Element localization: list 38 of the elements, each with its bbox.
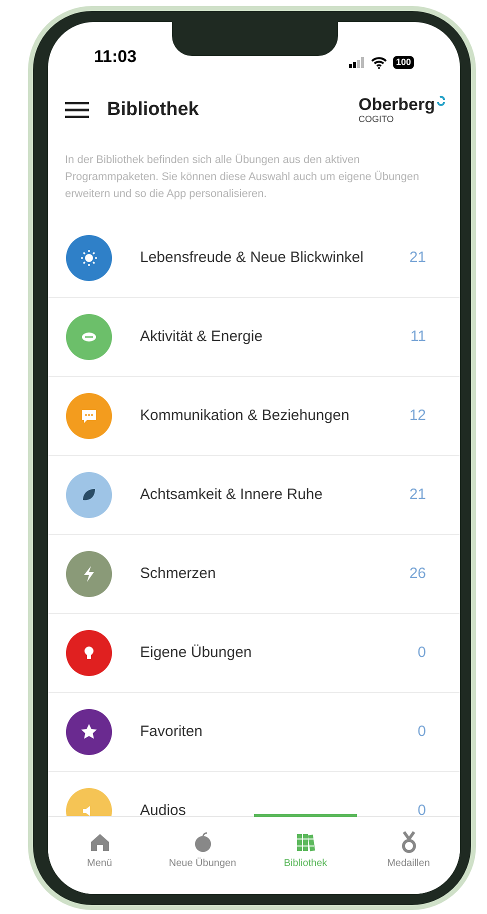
home-icon xyxy=(88,831,110,853)
category-count: 26 xyxy=(409,564,426,584)
category-row[interactable]: Kommunikation & Beziehungen 12 xyxy=(48,377,460,456)
category-label: Lebensfreude & Neue Blickwinkel xyxy=(140,248,364,268)
category-label: Eigene Übungen xyxy=(140,642,252,663)
category-count: 21 xyxy=(409,484,426,505)
logo-mark-icon xyxy=(436,96,446,106)
battery-level: 100 xyxy=(392,56,414,69)
category-row[interactable]: Schmerzen 26 xyxy=(48,535,460,614)
category-count: 11 xyxy=(410,326,426,347)
category-row[interactable]: Eigene Übungen 0 xyxy=(48,614,460,693)
intro-text: In der Bibliothek befinden sich alle Übungen aus den aktiven Programmpaketen. Sie können diese Auswahl auch um eigene Übungen erweitern und so die App personalisieren. xyxy=(64,152,420,202)
category-count: 0 xyxy=(418,722,426,742)
category-label: Audios xyxy=(140,800,186,816)
category-count: 0 xyxy=(418,642,426,663)
category-count: 21 xyxy=(409,248,426,268)
category-label: Schmerzen xyxy=(140,564,216,584)
menu-icon[interactable] xyxy=(65,102,89,118)
category-row[interactable]: Lebensfreude & Neue Blickwinkel 21 xyxy=(48,219,460,298)
category-label: Achtsamkeit & Innere Ruhe xyxy=(140,484,323,505)
category-label: Favoriten xyxy=(140,722,203,742)
wifi-icon xyxy=(370,56,387,68)
category-row[interactable]: Achtsamkeit & Innere Ruhe 21 xyxy=(48,456,460,535)
category-row[interactable]: Favoriten 0 xyxy=(48,693,460,772)
logo-text: Oberberg xyxy=(358,96,435,113)
page-title: Bibliothek xyxy=(107,98,199,122)
tab-button[interactable]: Neue Übungen xyxy=(151,817,254,894)
category-label: Aktivität & Energie xyxy=(140,326,263,347)
category-count: 0 xyxy=(418,800,426,816)
tab-button[interactable]: Medaillen xyxy=(357,817,460,894)
books-icon xyxy=(294,831,316,853)
category-row[interactable]: Aktivität & Energie 11 xyxy=(48,298,460,377)
signal-icon xyxy=(348,57,365,68)
category-label: Kommunikation & Beziehungen xyxy=(140,406,350,426)
logo-subtext: COGITO xyxy=(358,115,395,124)
status-time: 11:03 xyxy=(94,46,137,68)
tab-button[interactable]: Menü xyxy=(48,817,151,894)
category-count: 12 xyxy=(409,406,426,426)
